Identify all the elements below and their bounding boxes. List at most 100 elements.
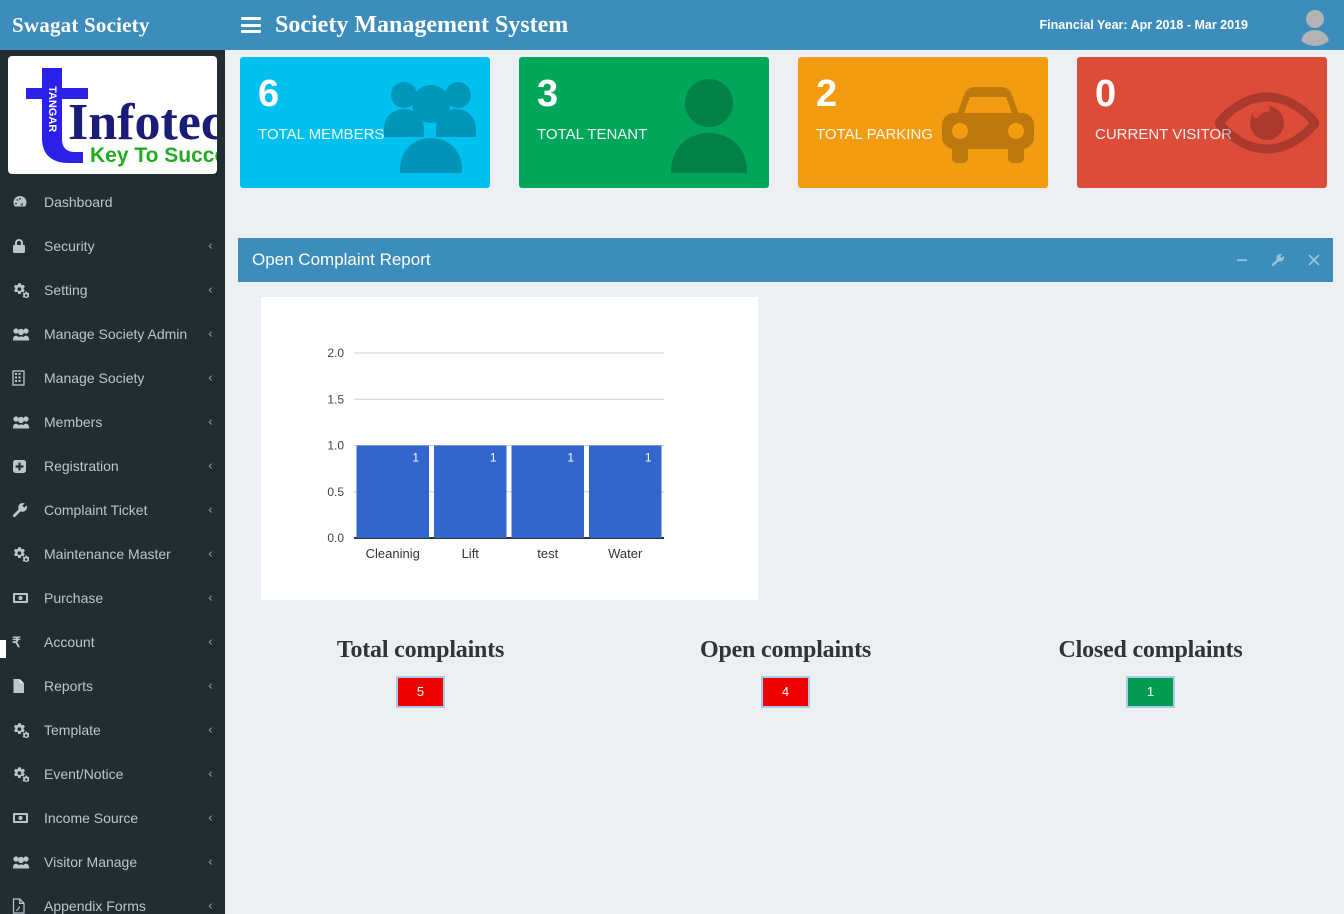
summary-title: Total complaints	[336, 637, 505, 663]
sidebar-item-registration[interactable]: Registration ‹	[0, 444, 225, 488]
sidebar-item-label: Account	[44, 634, 95, 650]
main-content: 6 TOTAL MEMBERS 3 TOTAL TENANT 2 TOTAL P…	[225, 50, 1344, 914]
sidebar-item-label: Security	[44, 238, 95, 254]
chevron-left-icon: ‹	[207, 634, 213, 650]
sidebar-item-account[interactable]: ₹ Account ‹	[0, 620, 225, 664]
sidebar: TANGAR Infotech Key To Success Dashboard…	[0, 50, 225, 914]
wrench-icon	[12, 502, 36, 518]
sidebar-item-purchase[interactable]: Purchase ‹	[0, 576, 225, 620]
sidebar-item-manage-society[interactable]: Manage Society ‹	[0, 356, 225, 400]
eye-icon	[1213, 73, 1321, 173]
sidebar-item-label: Members	[44, 414, 103, 430]
panel-title: Open Complaint Report	[252, 250, 431, 269]
summary-title: Open complaints	[699, 637, 872, 663]
status-badge: 1	[1126, 676, 1175, 708]
sidebar-item-dashboard[interactable]: Dashboard	[0, 180, 225, 224]
panel-tools	[1235, 238, 1321, 282]
hamburger-icon[interactable]	[241, 17, 261, 33]
y-axis-tick-label: 1.0	[327, 439, 344, 453]
minus-icon[interactable]	[1235, 253, 1249, 267]
chevron-left-icon: ‹	[207, 282, 213, 298]
stat-card-total-tenant[interactable]: 3 TOTAL TENANT	[519, 57, 769, 188]
gears-icon	[12, 546, 36, 562]
sidebar-item-security[interactable]: Security ‹	[0, 224, 225, 268]
stat-cards-row: 6 TOTAL MEMBERS 3 TOTAL TENANT 2 TOTAL P…	[225, 50, 1344, 188]
stat-card-total-members[interactable]: 6 TOTAL MEMBERS	[240, 57, 490, 188]
summary-total-complaints: Total complaints 5	[238, 637, 603, 708]
chevron-left-icon: ‹	[207, 898, 213, 914]
open-complaint-report-panel: Open Complaint Report 0.0 0.5 1.0 1.5 2.0 1 Cl…	[238, 238, 1333, 731]
stat-card-total-parking[interactable]: 2 TOTAL PARKING	[798, 57, 1048, 188]
brand-logo-title[interactable]: Swagat Society	[0, 0, 225, 50]
chevron-left-icon: ‹	[207, 854, 213, 870]
chevron-left-icon: ‹	[207, 590, 213, 606]
chevron-left-icon: ‹	[207, 414, 213, 430]
complaint-bar-chart: 0.0 0.5 1.0 1.5 2.0 1 Cleaninig 1 Lift 1 test 1 Wate…	[261, 297, 758, 600]
chevron-left-icon: ‹	[207, 722, 213, 738]
x-axis-tick-label: Lift	[462, 546, 480, 561]
sidebar-item-event-notice[interactable]: Event/Notice ‹	[0, 752, 225, 796]
financial-year-label: Financial Year: Apr 2018 - Mar 2019	[1039, 18, 1248, 32]
stat-label: TOTAL PARKING	[816, 126, 933, 143]
sidebar-item-label: Manage Society Admin	[44, 326, 188, 342]
sidebar-item-label: Template	[44, 722, 101, 738]
users-icon	[12, 327, 36, 341]
sidebar-item-manage-society-admin[interactable]: Manage Society Admin ‹	[0, 312, 225, 356]
sidebar-item-income-source[interactable]: Income Source ‹	[0, 796, 225, 840]
sidebar-item-label: Manage Society	[44, 370, 145, 386]
x-axis-tick-label: test	[537, 546, 558, 561]
x-axis-tick-label: Water	[608, 546, 643, 561]
sidebar-item-visitor-manage[interactable]: Visitor Manage ‹	[0, 840, 225, 884]
user-avatar-icon[interactable]	[1294, 4, 1336, 46]
stat-label: CURRENT VISITOR	[1095, 126, 1232, 143]
sidebar-item-template[interactable]: Template ‹	[0, 708, 225, 752]
stat-value: 0	[1095, 73, 1117, 115]
chevron-left-icon: ‹	[207, 458, 213, 474]
stat-card-current-visitor[interactable]: 0 CURRENT VISITOR	[1077, 57, 1327, 188]
panel-body: 0.0 0.5 1.0 1.5 2.0 1 Cleaninig 1 Lift 1 test 1 Wate…	[238, 282, 1333, 621]
y-axis-tick-label: 2.0	[327, 346, 344, 360]
bar-chart-svg: 0.0 0.5 1.0 1.5 2.0 1 Cleaninig 1 Lift 1 test 1 Wate…	[327, 346, 664, 561]
sidebar-item-label: Visitor Manage	[44, 854, 138, 870]
chevron-left-icon: ‹	[207, 766, 213, 782]
sidebar-item-label: Registration	[44, 458, 119, 474]
sidebar-item-label: Purchase	[44, 590, 104, 606]
x-axis-tick-label: Cleaninig	[366, 546, 420, 561]
plus-square-icon	[12, 459, 36, 474]
chevron-left-icon: ‹	[207, 546, 213, 562]
sidebar-item-setting[interactable]: Setting ‹	[0, 268, 225, 312]
money-icon	[12, 812, 36, 824]
users-icon	[12, 415, 36, 429]
sidebar-item-reports[interactable]: Reports ‹	[0, 664, 225, 708]
sidebar-item-members[interactable]: Members ‹	[0, 400, 225, 444]
chevron-left-icon: ‹	[207, 326, 213, 342]
sidebar-item-maintenance-master[interactable]: Maintenance Master ‹	[0, 532, 225, 576]
page-title: Society Management System	[275, 11, 569, 38]
users-icon	[12, 855, 36, 869]
sidebar-item-appendix-forms[interactable]: Appendix Forms ‹	[0, 884, 225, 914]
tangar-infotech-logo: TANGAR Infotech Key To Success	[8, 56, 217, 174]
panel-header: Open Complaint Report	[238, 238, 1333, 282]
status-badge: 5	[396, 676, 445, 708]
building-icon	[12, 370, 36, 386]
money-icon	[12, 592, 36, 604]
main-header: Society Management System Financial Year…	[225, 0, 1344, 50]
close-icon[interactable]	[1307, 253, 1321, 267]
lock-icon	[12, 238, 36, 254]
sidebar-item-label: Dashboard	[44, 194, 113, 210]
top-bar: Swagat Society Society Management System…	[0, 0, 1344, 50]
rupee-icon: ₹	[12, 634, 36, 650]
sidebar-item-complaint-ticket[interactable]: Complaint Ticket ‹	[0, 488, 225, 532]
sidebar-item-label: Event/Notice	[44, 766, 124, 782]
sidebar-item-label: Reports	[44, 678, 94, 694]
wrench-icon[interactable]	[1271, 253, 1285, 267]
group-users-icon	[378, 73, 482, 173]
car-icon	[936, 73, 1040, 173]
summary-closed-complaints: Closed complaints 1	[968, 637, 1333, 708]
y-axis-tick-label: 1.5	[327, 392, 344, 406]
gears-icon	[12, 766, 36, 782]
gears-icon	[12, 722, 36, 738]
stat-value: 6	[258, 73, 280, 115]
chevron-left-icon: ‹	[207, 370, 213, 386]
stat-label: TOTAL TENANT	[537, 126, 648, 143]
